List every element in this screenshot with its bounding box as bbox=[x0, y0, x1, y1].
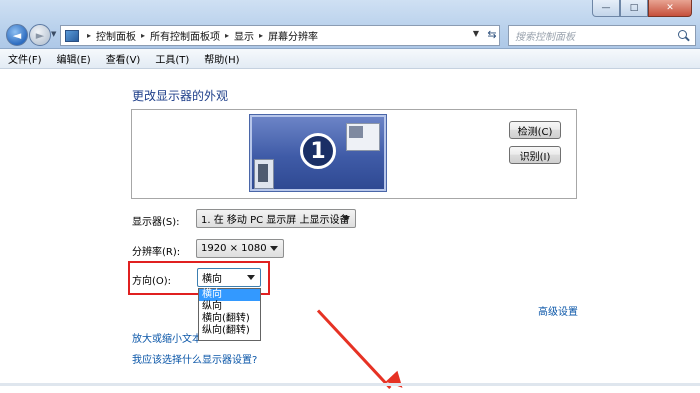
chevron-down-icon bbox=[270, 246, 278, 251]
display-select[interactable]: 1. 在 移动 PC 显示屏 上显示设备 bbox=[196, 209, 356, 228]
advanced-settings-link[interactable]: 高级设置 bbox=[538, 303, 578, 318]
monitor-preview[interactable]: 1 bbox=[249, 114, 387, 192]
which-setting-link[interactable]: 我应该选择什么显示器设置? bbox=[132, 351, 257, 366]
resolution-select[interactable]: 1920 × 1080 bbox=[196, 239, 284, 258]
annotation-arrow-head bbox=[385, 370, 409, 393]
menu-bar: 文件(F) 编辑(E) 查看(V) 工具(T) 帮助(H) bbox=[0, 49, 700, 69]
orientation-select-value: 横向 bbox=[202, 274, 222, 285]
maximize-button[interactable]: □ bbox=[620, 0, 648, 17]
refresh-icon[interactable]: ⇆ bbox=[482, 26, 502, 43]
window-controls: — □ ✕ bbox=[592, 0, 692, 17]
orientation-option-landscape[interactable]: 横向 bbox=[199, 289, 260, 301]
back-button[interactable]: ◄ bbox=[6, 24, 28, 46]
detect-button[interactable]: 检测(C) bbox=[509, 121, 561, 139]
orientation-label: 方向(O): bbox=[132, 276, 172, 287]
resolution-label: 分辨率(R): bbox=[132, 247, 181, 258]
main-content: 更改显示器的外观 1 检测(C) 识别(I) 显示器(S): 1. 在 移动 P… bbox=[0, 69, 700, 393]
recent-pages-dropdown-icon[interactable]: ▼ bbox=[51, 30, 56, 38]
resolution-select-value: 1920 × 1080 bbox=[201, 243, 267, 254]
breadcrumb-separator[interactable]: ▸ bbox=[259, 31, 263, 40]
control-panel-icon bbox=[65, 29, 79, 42]
title-bar: — □ ✕ ◄ ► ▼ ▸ 控制面板 ▸ 所有控制面板项 ▸ 显示 ▸ 屏幕分辨… bbox=[0, 0, 700, 49]
monitor-number-badge: 1 bbox=[300, 133, 336, 169]
menu-tools[interactable]: 工具(T) bbox=[147, 51, 196, 66]
orientation-option-landscape-flipped[interactable]: 横向(翻转) bbox=[199, 313, 260, 325]
orientation-option-portrait-flipped[interactable]: 纵向(翻转) bbox=[199, 325, 260, 337]
forward-button[interactable]: ► bbox=[29, 24, 51, 46]
text-size-link[interactable]: 放大或缩小文本 bbox=[132, 330, 202, 345]
search-box[interactable]: 搜索控制面板 bbox=[508, 25, 696, 46]
search-icon[interactable] bbox=[677, 29, 691, 43]
orientation-select[interactable]: 横向 bbox=[197, 268, 261, 287]
breadcrumb-display[interactable]: 显示 bbox=[234, 28, 254, 43]
breadcrumb-all-items[interactable]: 所有控制面板项 bbox=[150, 28, 220, 43]
menu-view[interactable]: 查看(V) bbox=[98, 51, 148, 66]
window-thumbnail-icon bbox=[346, 123, 380, 151]
address-bar[interactable]: ▸ 控制面板 ▸ 所有控制面板项 ▸ 显示 ▸ 屏幕分辨率 ▼ bbox=[60, 25, 500, 46]
identify-button[interactable]: 识别(I) bbox=[509, 146, 561, 164]
breadcrumb-separator[interactable]: ▸ bbox=[141, 31, 145, 40]
orientation-dropdown-list: 横向 纵向 横向(翻转) 纵向(翻转) bbox=[198, 288, 261, 341]
orientation-option-portrait[interactable]: 纵向 bbox=[199, 301, 260, 313]
breadcrumb-resolution[interactable]: 屏幕分辨率 bbox=[268, 28, 318, 43]
annotation-arrow bbox=[316, 309, 392, 390]
display-label: 显示器(S): bbox=[132, 217, 180, 228]
breadcrumb-separator[interactable]: ▸ bbox=[87, 31, 91, 40]
page-title: 更改显示器的外观 bbox=[132, 89, 229, 103]
minimize-button[interactable]: — bbox=[592, 0, 620, 17]
address-history-chevron-icon[interactable]: ▼ bbox=[473, 29, 479, 38]
search-input[interactable]: 搜索控制面板 bbox=[509, 28, 677, 43]
display-preview-panel: 1 检测(C) 识别(I) bbox=[131, 109, 577, 199]
device-thumbnail-icon bbox=[254, 159, 274, 189]
display-select-value: 1. 在 移动 PC 显示屏 上显示设备 bbox=[201, 215, 350, 226]
menu-edit[interactable]: 编辑(E) bbox=[49, 51, 98, 66]
chevron-down-icon bbox=[247, 275, 255, 280]
breadcrumb-control-panel[interactable]: 控制面板 bbox=[96, 28, 136, 43]
menu-help[interactable]: 帮助(H) bbox=[196, 51, 246, 66]
close-button[interactable]: ✕ bbox=[648, 0, 692, 17]
chevron-down-icon bbox=[342, 216, 350, 221]
breadcrumb-separator[interactable]: ▸ bbox=[225, 31, 229, 40]
menu-file[interactable]: 文件(F) bbox=[0, 51, 49, 66]
